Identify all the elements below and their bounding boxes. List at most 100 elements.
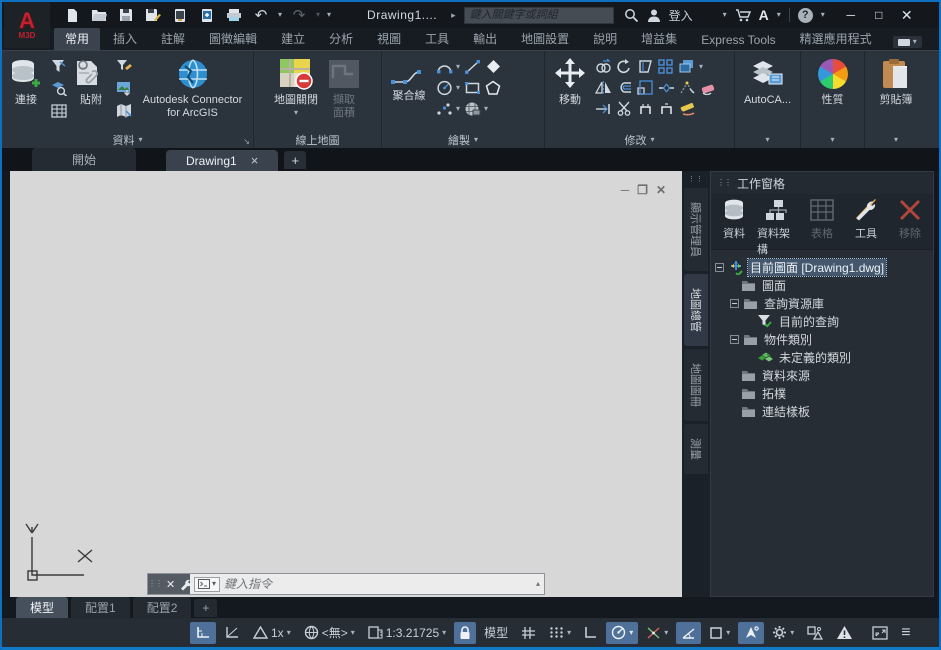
help-icon[interactable]: ? <box>798 8 813 23</box>
tree-item-current-query[interactable]: 目前的查詢 <box>713 312 931 330</box>
layout-tab-layout1[interactable]: 配置1 <box>71 597 130 618</box>
copy-objects-icon[interactable] <box>678 57 696 76</box>
tree-item-current-drawing[interactable]: 目前圖面 [Drawing1.dwg] <box>713 258 931 276</box>
attach-map-icon[interactable] <box>114 101 133 120</box>
polygon-icon[interactable] <box>484 78 502 97</box>
ribbon-tab-feature-edit[interactable]: 圖徵編輯 <box>198 27 268 50</box>
tree-item-link-templates[interactable]: 連結樣板 <box>713 402 931 420</box>
snap-mode-toggle[interactable]: ▾ <box>544 622 576 644</box>
stretch-icon[interactable] <box>636 57 654 76</box>
application-menu-button[interactable]: A M3D <box>4 2 50 48</box>
connect-button[interactable]: 連接 <box>6 55 46 108</box>
app-store-cart-icon[interactable] <box>735 8 751 22</box>
line-icon[interactable] <box>463 57 481 76</box>
close-button[interactable]: ✕ <box>895 5 919 25</box>
plot-icon[interactable] <box>224 6 244 24</box>
help-search-input[interactable] <box>464 7 614 24</box>
command-customize-wrench-icon[interactable] <box>179 578 190 591</box>
arc-icon[interactable] <box>435 57 453 76</box>
map-off-button[interactable]: 地圖關閉 ▾ <box>271 55 321 118</box>
trim-icon[interactable] <box>615 99 633 118</box>
point-style-icon[interactable] <box>484 57 502 76</box>
clipboard-panel-expand[interactable]: ▾ <box>865 131 927 148</box>
tree-item-query-library[interactable]: 查詢資源庫 <box>713 294 931 312</box>
command-grip-icon[interactable]: ⋮⋮ <box>148 581 162 587</box>
title-expand-icon[interactable]: ▸ <box>451 10 456 21</box>
lengthen-icon[interactable] <box>594 99 612 118</box>
edit-polyline-icon[interactable] <box>678 99 696 118</box>
isolate-objects-button[interactable] <box>802 622 828 644</box>
save-icon[interactable] <box>116 6 136 24</box>
command-line-grip[interactable]: ⋮⋮ ✕ <box>148 574 190 594</box>
ribbon-tab-featured-apps[interactable]: 精選應用程式 <box>789 27 883 50</box>
customize-status-bar-button[interactable]: ≡ <box>896 622 915 644</box>
rectangle-icon[interactable] <box>463 78 481 97</box>
ribbon-tab-create[interactable]: 建立 <box>270 27 316 50</box>
dynamic-ucs-toggle[interactable] <box>219 622 245 644</box>
clipboard-panel-button[interactable]: 剪貼簿 <box>877 55 916 108</box>
tree-item-topologies[interactable]: 拓樸 <box>713 384 931 402</box>
side-tab-survey[interactable]: 測量 <box>684 424 708 474</box>
taskpane-tools-button[interactable]: 工具 <box>845 198 887 241</box>
model-space-button[interactable]: 模型 <box>479 622 513 644</box>
hatch-icon[interactable] <box>463 99 481 118</box>
hatch-caret-icon[interactable]: ▾ <box>484 105 488 113</box>
ribbon-tab-map-setup[interactable]: 地圖設置 <box>510 27 580 50</box>
mirror-icon[interactable] <box>594 78 612 97</box>
query-zoom-icon[interactable] <box>49 79 68 98</box>
data-panel-label[interactable]: 資料▾ ↘ <box>2 131 253 148</box>
undo-icon[interactable]: ↶ <box>251 6 271 24</box>
drawing-grid-toggle[interactable] <box>190 622 216 644</box>
modify-panel-label[interactable]: 修改▾ <box>545 131 734 148</box>
ribbon-tab-addins[interactable]: 增益集 <box>630 27 688 50</box>
qat-customize-icon[interactable]: ▾ <box>327 11 331 19</box>
fillet-icon[interactable] <box>678 78 696 97</box>
isometric-drafting-toggle[interactable] <box>676 622 701 644</box>
viewport-scale-control[interactable]: 1:3.21725▾ <box>363 622 451 644</box>
new-layout-button[interactable]: + <box>194 599 217 617</box>
open-from-mobile-icon[interactable] <box>197 6 217 24</box>
user-icon[interactable] <box>647 8 661 22</box>
multiple-points-icon[interactable] <box>435 99 453 118</box>
ribbon-tab-output[interactable]: 輸出 <box>462 27 508 50</box>
file-tab-drawing1[interactable]: Drawing1 × <box>166 150 278 171</box>
drawing-canvas[interactable]: ─ ❐ ✕ ⋮⋮ ✕ ▾ ▴ <box>10 171 682 597</box>
redo-icon[interactable]: ↷ <box>289 6 309 24</box>
sign-in-label[interactable]: 登入 <box>669 7 693 24</box>
command-prompt-icon[interactable]: ▾ <box>194 577 220 592</box>
ribbon-tab-tools[interactable]: 工具 <box>414 27 460 50</box>
erase-icon[interactable] <box>699 78 717 97</box>
ribbon-tab-insert[interactable]: 插入 <box>102 27 148 50</box>
annotation-visibility-toggle[interactable] <box>738 622 764 644</box>
data-panel-launcher-icon[interactable]: ↘ <box>243 137 250 146</box>
autocad-panel-expand[interactable]: ▾ <box>735 131 800 148</box>
taskpane-schema-button[interactable]: 資料架構 <box>757 198 799 257</box>
autodesk-dropdown-icon[interactable]: ▾ <box>777 11 781 19</box>
online-map-panel-label[interactable]: 線上地圖 <box>254 131 381 148</box>
ribbon-tab-express-tools[interactable]: Express Tools <box>690 30 786 50</box>
scale-icon[interactable] <box>636 78 654 97</box>
command-input[interactable] <box>224 577 532 591</box>
object-snap-toggle[interactable]: ▾ <box>704 622 735 644</box>
join-icon[interactable] <box>657 99 675 118</box>
edit-query-icon[interactable] <box>114 57 133 76</box>
autodesk-a-icon[interactable]: A <box>759 7 769 23</box>
break-icon[interactable] <box>636 99 654 118</box>
command-history-icon[interactable]: ▴ <box>536 580 540 588</box>
annotation-scale-control[interactable]: 1x▾ <box>248 622 296 644</box>
ribbon-tab-analyze[interactable]: 分析 <box>318 27 364 50</box>
side-tab-map-book[interactable]: 地圖圖冊 <box>684 349 708 421</box>
move-button[interactable]: 移動 <box>549 55 591 108</box>
open-file-icon[interactable] <box>89 6 109 24</box>
maximize-button[interactable]: □ <box>867 5 891 25</box>
rotate-icon[interactable] <box>615 57 633 76</box>
help-dropdown-icon[interactable]: ▾ <box>821 11 825 19</box>
collapse-icon[interactable] <box>730 299 739 308</box>
collapse-icon[interactable] <box>715 263 724 272</box>
tree-item-object-classes[interactable]: 物件類別 <box>713 330 931 348</box>
ribbon-display-toggle[interactable]: ▾ <box>893 36 922 48</box>
viewport-restore-icon[interactable]: ❐ <box>637 183 648 197</box>
layout-tab-layout2[interactable]: 配置2 <box>133 597 192 618</box>
polar-tracking-toggle[interactable]: ▾ <box>606 622 638 644</box>
polyline-button[interactable]: 聚合線 <box>386 65 432 104</box>
